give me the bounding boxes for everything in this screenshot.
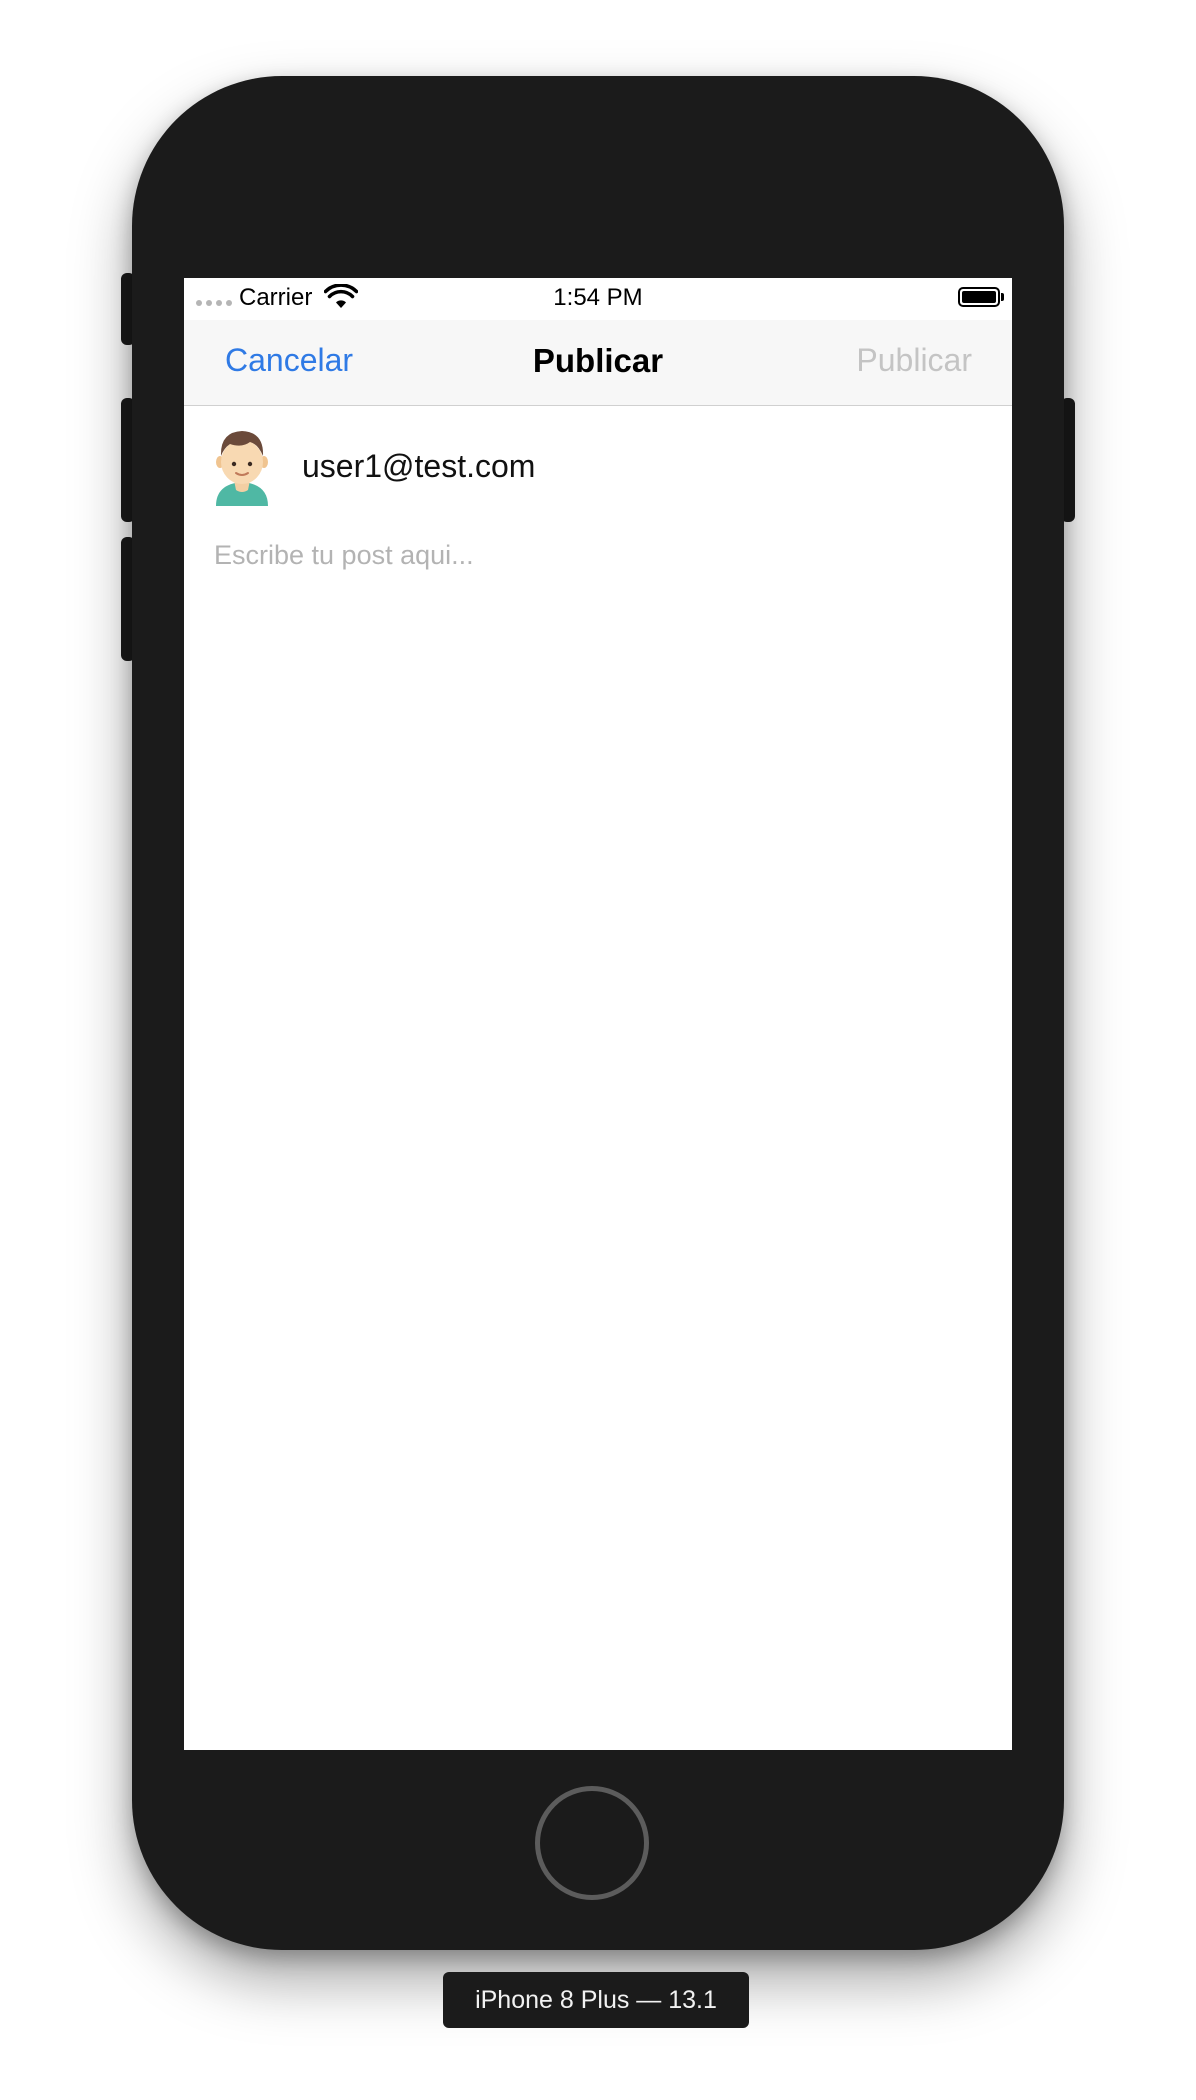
publish-button[interactable]: Publicar (856, 342, 972, 379)
post-text-input[interactable] (214, 540, 974, 1140)
status-time: 1:54 PM (553, 284, 643, 311)
home-button[interactable] (535, 1786, 649, 1900)
author-email: user1@test.com (302, 447, 536, 484)
status-bar: Carrier 1:54 PM (184, 278, 1012, 320)
simulator-window: Carrier 1:54 PM Cancelar Publicar Public… (0, 0, 1196, 2100)
user-avatar-icon (216, 431, 268, 506)
device-screen: Carrier 1:54 PM Cancelar Publicar Public… (184, 278, 1012, 1750)
author-row: user1@test.com (212, 426, 535, 506)
battery-tip (1001, 293, 1004, 301)
battery-icon (958, 287, 1000, 307)
navigation-bar: Cancelar Publicar Publicar (184, 320, 1012, 406)
device-label: iPhone 8 Plus — 13.1 (443, 1972, 749, 2028)
